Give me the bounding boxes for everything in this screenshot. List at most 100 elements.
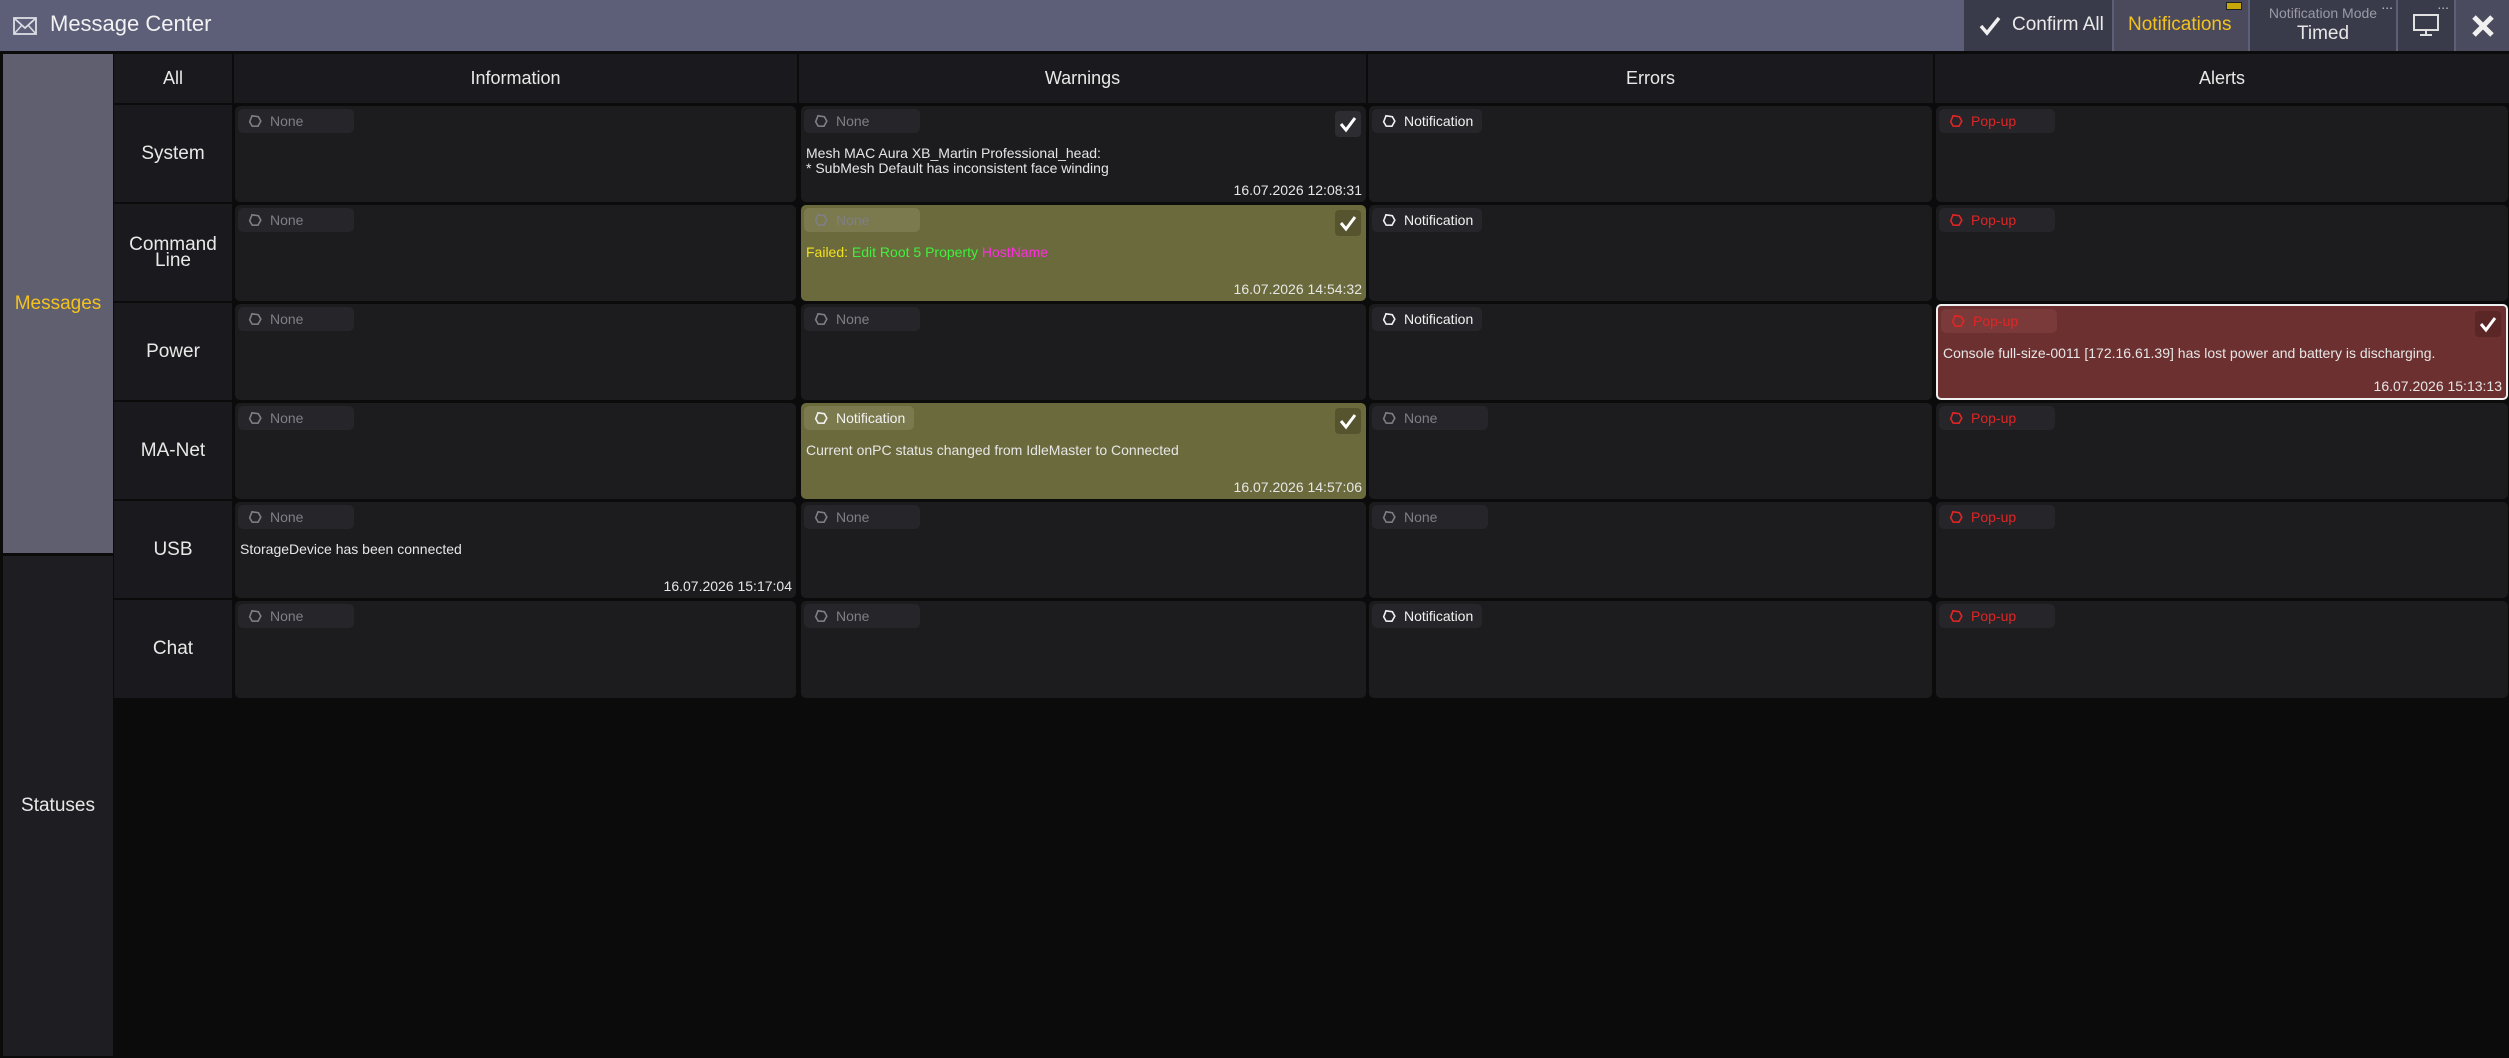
chip-label: None (270, 212, 304, 228)
bell-icon (1949, 114, 1963, 128)
message-token: Property (925, 244, 979, 260)
column-warnings[interactable]: Warnings (799, 54, 1366, 103)
message-cell-power-information[interactable]: None (235, 304, 796, 400)
notification-type-chip[interactable]: Notification (804, 406, 914, 430)
row-header-system[interactable]: System (114, 105, 232, 202)
message-token: 5 (913, 244, 922, 260)
column-all[interactable]: All (114, 54, 232, 103)
bell-icon (1382, 510, 1396, 524)
message-cell-usb-alerts[interactable]: Pop-up (1936, 502, 2508, 598)
message-cell-ma-net-errors[interactable]: None (1369, 403, 1932, 499)
chip-label: None (270, 311, 304, 327)
notification-type-chip[interactable]: Notification (1372, 604, 1482, 628)
notification-mode-caption: Notification Mode (2268, 5, 2378, 21)
notification-type-chip[interactable]: Pop-up (1939, 208, 2055, 232)
notification-type-chip[interactable]: None (238, 109, 354, 133)
confirm-all-label: Confirm All (2012, 14, 2104, 35)
title-bar: Message Center Confirm All Notifications… (0, 0, 2509, 51)
notification-type-chip[interactable]: None (1372, 505, 1488, 529)
row-header-usb[interactable]: USB (114, 501, 232, 598)
notification-type-chip[interactable]: Pop-up (1939, 505, 2055, 529)
notification-type-chip[interactable]: Notification (1372, 208, 1482, 232)
message-text: StorageDevice has been connected (240, 542, 462, 557)
message-cell-command-line-warnings[interactable]: None Failed: Edit Root 5 Property HostNam… (801, 205, 1366, 301)
message-cell-ma-net-warnings[interactable]: Notification Current onPC status changed … (801, 403, 1366, 499)
display-button[interactable]: ... (2398, 0, 2454, 51)
close-button[interactable] (2456, 0, 2509, 51)
chip-label: None (270, 608, 304, 624)
notification-type-chip[interactable]: None (804, 109, 920, 133)
message-cell-system-warnings[interactable]: None Mesh MAC Aura XB_Martin Professional… (801, 106, 1366, 202)
acknowledge-checkbox[interactable] (2475, 311, 2501, 337)
message-cell-chat-errors[interactable]: Notification (1369, 601, 1932, 698)
row-header-power[interactable]: Power (114, 303, 232, 400)
column-information[interactable]: Information (234, 54, 797, 103)
notification-type-chip[interactable]: Pop-up (1939, 406, 2055, 430)
notification-type-chip[interactable]: None (1372, 406, 1488, 430)
message-cell-system-alerts[interactable]: Pop-up (1936, 106, 2508, 202)
monitor-icon (2413, 14, 2439, 36)
chip-label: Pop-up (1971, 410, 2017, 426)
message-cell-ma-net-alerts[interactable]: Pop-up (1936, 403, 2508, 499)
acknowledge-checkbox[interactable] (1335, 111, 1361, 137)
tab-statuses[interactable]: Statuses (3, 556, 113, 1056)
column-errors[interactable]: Errors (1368, 54, 1933, 103)
message-cell-usb-information[interactable]: None StorageDevice has been connected 16.0… (235, 502, 796, 598)
notification-type-chip[interactable]: None (238, 604, 354, 628)
notification-type-chip[interactable]: None (238, 406, 354, 430)
chip-label: Pop-up (1971, 509, 2017, 525)
notification-type-chip[interactable]: Pop-up (1941, 309, 2057, 333)
row-header-chat[interactable]: Chat (114, 600, 232, 698)
message-text: Mesh MAC Aura XB_Martin Professional_hea… (806, 146, 1109, 176)
message-cell-usb-warnings[interactable]: None (801, 502, 1366, 598)
message-cell-system-information[interactable]: None (235, 106, 796, 202)
checkmark-icon (1979, 16, 2001, 36)
message-cell-system-errors[interactable]: Notification (1369, 106, 1932, 202)
notification-type-chip[interactable]: None (238, 505, 354, 529)
notification-type-chip[interactable]: None (238, 208, 354, 232)
notification-type-chip[interactable]: None (804, 604, 920, 628)
confirm-all-button[interactable]: Confirm All (1964, 0, 2112, 51)
window-title: Message Center (50, 11, 212, 36)
chip-label: None (270, 113, 304, 129)
tab-messages[interactable]: Messages (3, 54, 113, 553)
message-cell-ma-net-information[interactable]: None (235, 403, 796, 499)
chip-label: Notification (836, 410, 906, 426)
notification-type-chip[interactable]: Pop-up (1939, 109, 2055, 133)
chip-label: None (836, 311, 870, 327)
notification-type-chip[interactable]: None (804, 307, 920, 331)
message-cell-power-alerts[interactable]: Pop-up Console full-size-0011 [172.16.61.… (1936, 304, 2508, 400)
notification-mode-button[interactable]: Notification Mode Timed ... (2250, 0, 2396, 51)
notification-type-chip[interactable]: None (804, 208, 920, 232)
message-text: Current onPC status changed from IdleMas… (806, 443, 1179, 458)
bell-icon (1382, 411, 1396, 425)
notification-type-chip[interactable]: Pop-up (1939, 604, 2055, 628)
column-alerts[interactable]: Alerts (1935, 54, 2509, 103)
notification-type-chip[interactable]: None (238, 307, 354, 331)
message-cell-power-errors[interactable]: Notification (1369, 304, 1932, 400)
message-timestamp: 16.07.2026 14:57:06 (1233, 479, 1362, 495)
notification-type-chip[interactable]: None (804, 505, 920, 529)
message-cell-power-warnings[interactable]: None (801, 304, 1366, 400)
message-cell-command-line-alerts[interactable]: Pop-up (1936, 205, 2508, 301)
message-cell-command-line-errors[interactable]: Notification (1369, 205, 1932, 301)
notification-type-chip[interactable]: Notification (1372, 109, 1482, 133)
message-cell-chat-warnings[interactable]: None (801, 601, 1366, 698)
acknowledge-checkbox[interactable] (1335, 408, 1361, 434)
message-cell-chat-alerts[interactable]: Pop-up (1936, 601, 2508, 698)
chip-label: Notification (1404, 311, 1474, 327)
acknowledge-checkbox[interactable] (1335, 210, 1361, 236)
checkmark-icon (1339, 216, 1357, 232)
message-line: * SubMesh Default has inconsistent face … (806, 160, 1109, 176)
message-cell-chat-information[interactable]: None (235, 601, 796, 698)
message-cell-usb-errors[interactable]: None (1369, 502, 1932, 598)
message-cell-command-line-information[interactable]: None (235, 205, 796, 301)
message-line: StorageDevice has been connected (240, 541, 462, 557)
row-header-ma-net[interactable]: MA-Net (114, 402, 232, 499)
mode-options-ellipsis: ... (2381, 0, 2393, 12)
notification-type-chip[interactable]: Notification (1372, 307, 1482, 331)
chip-label: Pop-up (1971, 113, 2017, 129)
bell-icon (1949, 411, 1963, 425)
row-header-command-line[interactable]: Command Line (114, 204, 232, 301)
message-token: HostName (981, 244, 1049, 260)
